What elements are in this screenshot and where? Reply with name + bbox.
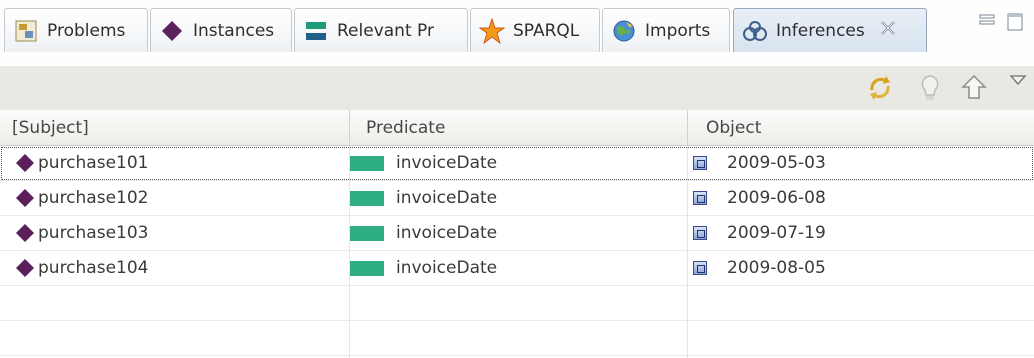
tab-instances[interactable]: Instances	[150, 8, 292, 52]
object-cell: 2009-06-08	[727, 188, 826, 208]
table-row[interactable]: purchase101 invoiceDate 2009-05-03	[0, 146, 1034, 181]
instance-diamond-icon	[16, 154, 34, 172]
empty-row	[0, 321, 1034, 356]
tab-problems[interactable]: Problems	[4, 8, 148, 52]
tab-relevant-properties[interactable]: Relevant Pr	[294, 8, 468, 52]
literal-icon	[693, 226, 707, 240]
instance-diamond-icon	[16, 189, 34, 207]
subject-cell: purchase101	[38, 153, 149, 173]
instances-diamond-icon	[159, 18, 185, 44]
property-icon	[350, 155, 384, 171]
chevron-down-icon	[1009, 75, 1027, 85]
instance-diamond-icon	[16, 259, 34, 277]
up-arrow-icon	[961, 74, 987, 99]
view-menu-button[interactable]	[1004, 66, 1032, 94]
table-row[interactable]: purchase103 invoiceDate 2009-07-19	[0, 216, 1034, 251]
tab-sparql[interactable]: SPARQL	[470, 8, 600, 52]
object-cell: 2009-08-05	[727, 258, 826, 278]
predicate-cell: invoiceDate	[396, 258, 498, 278]
refresh-button[interactable]	[866, 74, 894, 102]
tab-label: Inferences	[776, 20, 865, 41]
property-icon	[350, 260, 384, 276]
column-header-predicate[interactable]: Predicate	[350, 110, 688, 146]
view-toolbar	[0, 66, 1034, 111]
table-row[interactable]: purchase102 invoiceDate 2009-06-08	[0, 181, 1034, 216]
lightbulb-icon	[921, 75, 939, 100]
refresh-icon	[870, 76, 890, 100]
inferences-icon	[742, 18, 768, 44]
subject-cell: purchase103	[38, 223, 149, 243]
view-tab-bar: Problems Instances Relevant Pr SPARQL Im…	[0, 0, 1034, 67]
minimize-view-icon[interactable]	[978, 12, 996, 30]
table-row[interactable]: purchase104 invoiceDate 2009-08-05	[0, 251, 1034, 286]
literal-icon	[693, 261, 707, 275]
maximize-view-icon[interactable]	[1006, 12, 1024, 32]
imports-globe-icon	[611, 18, 637, 44]
property-icon	[350, 225, 384, 241]
problems-icon	[13, 18, 39, 44]
tab-label: Relevant Pr	[337, 20, 434, 41]
tab-label: Problems	[47, 20, 126, 41]
column-header-label: Object	[706, 118, 762, 138]
predicate-cell: invoiceDate	[396, 188, 498, 208]
literal-icon	[693, 156, 707, 170]
predicate-cell: invoiceDate	[396, 223, 498, 243]
relevant-properties-icon	[303, 18, 329, 44]
sparql-star-icon	[479, 17, 505, 44]
column-header-label: [Subject]	[12, 118, 89, 138]
column-header-subject[interactable]: [Subject]	[0, 110, 350, 146]
inferences-table: [Subject] Predicate Object purchase101 i…	[0, 110, 1034, 358]
close-tab-icon[interactable]	[879, 19, 897, 42]
property-icon	[350, 190, 384, 206]
instance-diamond-icon	[16, 224, 34, 242]
literal-icon	[693, 191, 707, 205]
object-cell: 2009-05-03	[727, 153, 826, 173]
empty-row	[0, 286, 1034, 321]
subject-cell: purchase104	[38, 258, 149, 278]
object-cell: 2009-07-19	[727, 223, 826, 243]
tab-imports[interactable]: Imports	[602, 8, 730, 52]
column-header-label: Predicate	[366, 118, 446, 138]
tab-label: SPARQL	[513, 20, 580, 41]
tab-label: Imports	[645, 20, 711, 41]
predicate-cell: invoiceDate	[396, 153, 498, 173]
tab-label: Instances	[193, 20, 275, 41]
tab-inferences[interactable]: Inferences	[733, 8, 927, 52]
column-header-object[interactable]: Object	[688, 110, 1034, 146]
go-up-button[interactable]	[960, 74, 988, 102]
explain-bulb-button[interactable]	[916, 74, 944, 102]
subject-cell: purchase102	[38, 188, 149, 208]
